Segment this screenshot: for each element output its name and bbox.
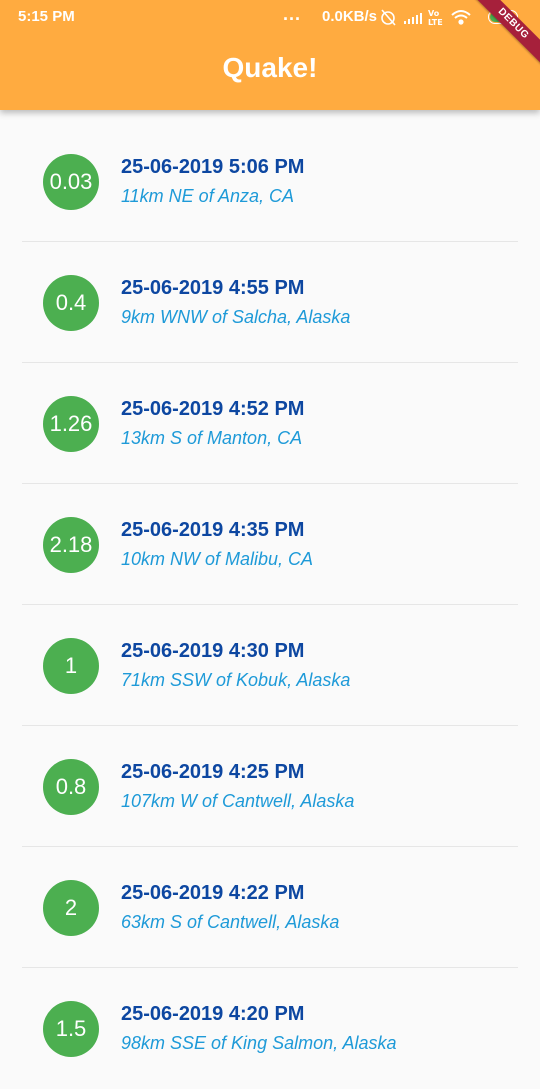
list-item[interactable]: 1.26 25-06-2019 4:52 PM 13km S of Manton… bbox=[0, 363, 540, 484]
list-item[interactable]: 0.03 25-06-2019 5:06 PM 11km NE of Anza,… bbox=[0, 121, 540, 242]
magnitude-badge: 2.18 bbox=[43, 517, 99, 573]
list-item[interactable]: 1 25-06-2019 4:30 PM 71km SSW of Kobuk, … bbox=[0, 605, 540, 726]
status-bar: 5:15 PM ... 0.0KB/s Vo LTE bbox=[0, 0, 540, 33]
quake-list: 0.03 25-06-2019 5:06 PM 11km NE of Anza,… bbox=[0, 121, 540, 1089]
status-time: 5:15 PM bbox=[18, 8, 75, 25]
quake-place: 107km W of Cantwell, Alaska bbox=[121, 791, 355, 811]
quake-time: 25-06-2019 5:06 PM bbox=[121, 156, 305, 178]
magnitude-badge: 0.8 bbox=[43, 759, 99, 815]
page-title: Quake! bbox=[222, 52, 318, 83]
magnitude-badge: 0.4 bbox=[43, 275, 99, 331]
quake-time: 25-06-2019 4:52 PM bbox=[121, 398, 305, 420]
magnitude-badge: 2 bbox=[43, 880, 99, 936]
svg-text:LTE: LTE bbox=[428, 18, 443, 27]
quake-place: 9km WNW of Salcha, Alaska bbox=[121, 307, 351, 327]
quake-time: 25-06-2019 4:35 PM bbox=[121, 519, 305, 541]
list-item[interactable]: 2 25-06-2019 4:22 PM 63km S of Cantwell,… bbox=[0, 847, 540, 968]
quake-place: 98km SSE of King Salmon, Alaska bbox=[121, 1033, 397, 1053]
quake-place: 63km S of Cantwell, Alaska bbox=[121, 912, 340, 932]
quake-time: 25-06-2019 4:22 PM bbox=[121, 882, 305, 904]
volte-icon: Vo LTE bbox=[428, 9, 443, 27]
signal-icon bbox=[404, 13, 422, 24]
magnitude-badge: 0.03 bbox=[43, 154, 99, 210]
alarm-off-icon bbox=[381, 9, 396, 26]
quake-place: 11km NE of Anza, CA bbox=[121, 186, 295, 206]
list-item[interactable]: 1.5 25-06-2019 4:20 PM 98km SSE of King … bbox=[0, 968, 540, 1089]
quake-place: 71km SSW of Kobuk, Alaska bbox=[121, 670, 351, 690]
quake-place: 13km S of Manton, CA bbox=[121, 428, 303, 448]
list-item[interactable]: 0.8 25-06-2019 4:25 PM 107km W of Cantwe… bbox=[0, 726, 540, 847]
magnitude-badge: 1 bbox=[43, 638, 99, 694]
wifi-icon bbox=[451, 10, 471, 25]
magnitude-badge: 1.5 bbox=[43, 1001, 99, 1057]
network-speed: 0.0KB/s bbox=[322, 8, 378, 25]
status-dots: ... bbox=[283, 4, 302, 24]
quake-time: 25-06-2019 4:30 PM bbox=[121, 640, 305, 662]
quake-time: 25-06-2019 4:20 PM bbox=[121, 1003, 305, 1025]
list-item[interactable]: 0.4 25-06-2019 4:55 PM 9km WNW of Salcha… bbox=[0, 242, 540, 363]
quake-time: 25-06-2019 4:55 PM bbox=[121, 277, 305, 299]
quake-place: 10km NW of Malibu, CA bbox=[121, 549, 314, 569]
status-icons: Vo LTE bbox=[380, 6, 480, 32]
list-item[interactable]: 2.18 25-06-2019 4:35 PM 10km NW of Malib… bbox=[0, 484, 540, 605]
quake-time: 25-06-2019 4:25 PM bbox=[121, 761, 305, 783]
svg-text:Vo: Vo bbox=[428, 9, 440, 18]
magnitude-badge: 1.26 bbox=[43, 396, 99, 452]
